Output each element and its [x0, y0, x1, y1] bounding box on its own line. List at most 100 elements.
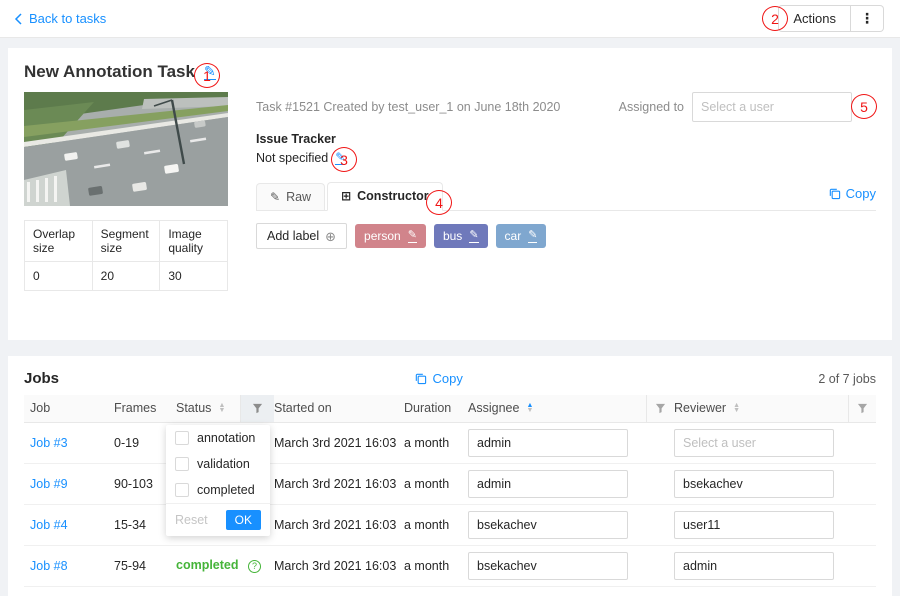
- issue-tracker-label: Issue Tracker: [256, 132, 876, 146]
- status-filter-trigger[interactable]: [240, 395, 274, 422]
- back-to-tasks-link[interactable]: Back to tasks: [14, 11, 106, 26]
- job-duration: a month: [404, 545, 468, 586]
- job-link[interactable]: Job #4: [30, 518, 68, 532]
- actions-button[interactable]: Actions: [778, 5, 851, 32]
- label-name: bus: [443, 229, 462, 243]
- question-circle-icon[interactable]: ?: [248, 560, 261, 573]
- label-name: car: [505, 229, 522, 243]
- copy-jobs-button[interactable]: Copy: [414, 371, 462, 386]
- copy-icon: [828, 187, 841, 200]
- jobs-table: Job Frames Status ▲▼ Started on Duration…: [24, 395, 876, 587]
- filter-option-validation[interactable]: validation: [166, 451, 270, 477]
- label-chip-car[interactable]: car ✎: [496, 224, 547, 248]
- edit-label-icon[interactable]: ✎: [408, 230, 417, 243]
- filter-funnel-icon: [252, 403, 263, 414]
- job-assignee-input[interactable]: [468, 429, 628, 457]
- job-row: Job #8 75-94 completed ? March 3rd 2021 …: [24, 545, 876, 586]
- back-to-tasks-label: Back to tasks: [29, 11, 106, 26]
- issue-tracker-block: Issue Tracker Not specified ✎: [256, 132, 876, 165]
- job-status-completed: completed: [176, 558, 239, 572]
- jobs-table-header-row: Job Frames Status ▲▼ Started on Duration…: [24, 395, 876, 422]
- task-details-card: New Annotation Task ✎: [8, 48, 892, 340]
- tab-constructor[interactable]: ⊞ Constructor: [327, 182, 443, 211]
- edit-label-icon[interactable]: ✎: [469, 230, 478, 243]
- filter-ok-button[interactable]: OK: [226, 510, 261, 530]
- filter-option-annotation[interactable]: annotation: [166, 425, 270, 451]
- add-label-button[interactable]: Add label ⊕: [256, 223, 347, 249]
- job-row: Job #3 0-19 March 3rd 2021 16:03 a month: [24, 422, 876, 463]
- job-link[interactable]: Job #9: [30, 477, 68, 491]
- job-reviewer-input[interactable]: [674, 470, 834, 498]
- sort-icons: ▲▼: [218, 403, 225, 413]
- job-assignee-input[interactable]: [468, 470, 628, 498]
- reviewer-filter-trigger[interactable]: [848, 395, 876, 422]
- task-left-column: Overlap size Segment size Image quality …: [24, 92, 228, 291]
- tab-raw[interactable]: ✎ Raw: [256, 183, 325, 210]
- task-right-column: Task #1521 Created by test_user_1 on Jun…: [256, 92, 876, 291]
- job-reviewer-input[interactable]: [674, 511, 834, 539]
- job-reviewer-input[interactable]: [674, 552, 834, 580]
- filter-dropdown-footer: Reset OK: [166, 503, 270, 536]
- col-status[interactable]: Status ▲▼: [176, 395, 240, 422]
- more-menu-button[interactable]: ⋮: [851, 5, 884, 32]
- task-title-row: New Annotation Task ✎: [24, 62, 876, 82]
- filter-funnel-icon: [857, 403, 868, 414]
- labels-editor-tabs: ✎ Raw ⊞ Constructor Copy: [256, 177, 876, 211]
- copy-labels-label: Copy: [846, 186, 876, 201]
- filter-option-completed[interactable]: completed: [166, 477, 270, 503]
- job-frames: 75-94: [114, 545, 176, 586]
- cvat-task-page: Back to tasks Actions ⋮ New Annotation T…: [0, 0, 900, 596]
- col-assignee[interactable]: Assignee ▲▼: [468, 395, 646, 422]
- job-reviewer-input[interactable]: [674, 429, 834, 457]
- assigned-to-label: Assigned to: [619, 100, 684, 114]
- job-duration: a month: [404, 504, 468, 545]
- filter-reset-button[interactable]: Reset: [175, 513, 208, 527]
- raw-pencil-icon: ✎: [270, 191, 280, 203]
- filter-option-label: completed: [197, 483, 255, 497]
- filter-option-label: validation: [197, 457, 250, 471]
- label-chip-person[interactable]: person ✎: [355, 224, 426, 248]
- job-link[interactable]: Job #3: [30, 436, 68, 450]
- edit-issue-tracker-icon[interactable]: ✎: [335, 151, 345, 165]
- col-reviewer[interactable]: Reviewer ▲▼: [674, 395, 848, 422]
- edit-label-icon[interactable]: ✎: [528, 230, 537, 243]
- issue-tracker-value: Not specified: [256, 151, 328, 165]
- job-duration: a month: [404, 463, 468, 504]
- edit-task-name-icon[interactable]: ✎: [204, 64, 216, 80]
- task-assignee-select[interactable]: [692, 92, 852, 122]
- col-duration: Duration: [404, 395, 468, 422]
- job-assignee-input[interactable]: [468, 511, 628, 539]
- sort-icons: ▲▼: [733, 403, 740, 413]
- checkbox[interactable]: [175, 457, 189, 471]
- task-preview-image: [24, 92, 228, 206]
- checkbox[interactable]: [175, 483, 189, 497]
- col-started-on: Started on: [274, 395, 404, 422]
- job-row: Job #4 15-34 March 3rd 2021 16:03 a mont…: [24, 504, 876, 545]
- param-image-quality-header: Image quality: [160, 221, 228, 262]
- assignee-filter-trigger[interactable]: [646, 395, 674, 422]
- job-row: Job #9 90-103 March 3rd 2021 16:03 a mon…: [24, 463, 876, 504]
- filter-option-label: annotation: [197, 431, 255, 445]
- task-meta-row: Task #1521 Created by test_user_1 on Jun…: [256, 92, 876, 122]
- job-started: March 3rd 2021 16:03: [274, 545, 404, 586]
- param-image-quality-value: 30: [160, 262, 228, 291]
- checkbox[interactable]: [175, 431, 189, 445]
- status-filter-dropdown: annotation validation completed Reset OK: [166, 425, 270, 536]
- issue-tracker-value-row: Not specified ✎: [256, 151, 876, 165]
- copy-labels-button[interactable]: Copy: [828, 186, 876, 201]
- job-duration: a month: [404, 422, 468, 463]
- top-bar: Back to tasks Actions ⋮: [0, 0, 900, 38]
- assigned-to-group: Assigned to: [619, 92, 852, 122]
- label-chip-bus[interactable]: bus ✎: [434, 224, 488, 248]
- constructor-block-icon: ⊞: [341, 190, 351, 202]
- task-meta: Task #1521 Created by test_user_1 on Jun…: [256, 100, 560, 114]
- job-assignee-input[interactable]: [468, 552, 628, 580]
- sort-icons-active: ▲▼: [526, 403, 533, 413]
- copy-icon: [414, 372, 427, 385]
- job-link[interactable]: Job #8: [30, 559, 68, 573]
- jobs-count: 2 of 7 jobs: [818, 372, 876, 386]
- tab-raw-label: Raw: [286, 190, 311, 204]
- job-started: March 3rd 2021 16:03: [274, 422, 404, 463]
- param-overlap-size-header: Overlap size: [25, 221, 93, 262]
- filter-funnel-icon: [655, 403, 666, 414]
